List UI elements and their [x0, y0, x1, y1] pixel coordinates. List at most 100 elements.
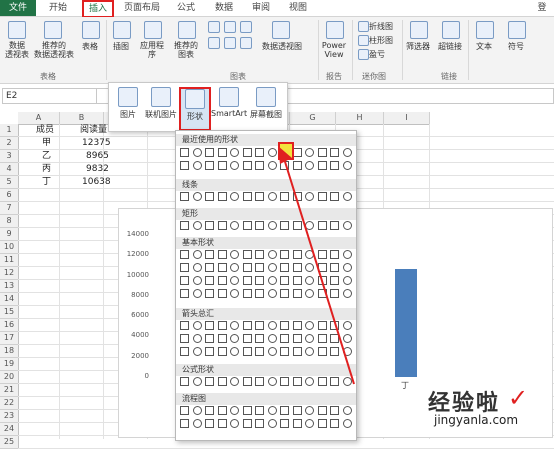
- shape-option[interactable]: [230, 321, 239, 330]
- tab-page-layout[interactable]: 页面布局: [118, 2, 166, 15]
- shape-option[interactable]: [205, 377, 214, 386]
- shape-option[interactable]: [305, 406, 314, 415]
- pivot-chart-button[interactable]: 数据透视图: [258, 41, 306, 52]
- row-header[interactable]: 20: [0, 371, 19, 384]
- shape-option[interactable]: [267, 419, 277, 428]
- shape-option[interactable]: [242, 419, 252, 428]
- shape-option[interactable]: [255, 377, 264, 386]
- shape-option[interactable]: [192, 276, 202, 285]
- row-header[interactable]: 12: [0, 267, 19, 280]
- symbol-button[interactable]: 符号: [502, 41, 530, 52]
- shape-option[interactable]: [180, 377, 189, 386]
- shapes-button[interactable]: 形状: [179, 87, 211, 131]
- shape-option[interactable]: [267, 406, 277, 415]
- pie-chart-icon[interactable]: [240, 21, 252, 33]
- tab-review[interactable]: 审阅: [247, 2, 275, 15]
- apps-button[interactable]: 应用程 序: [136, 41, 168, 59]
- shape-option[interactable]: [230, 192, 239, 201]
- shape-option[interactable]: [180, 406, 189, 415]
- shape-option[interactable]: [205, 263, 214, 272]
- shape-option[interactable]: [192, 263, 202, 272]
- shape-option[interactable]: [180, 161, 189, 170]
- scatter-chart-icon[interactable]: [240, 37, 252, 49]
- shape-option[interactable]: [230, 347, 239, 356]
- tab-home[interactable]: 开始: [44, 2, 72, 15]
- shape-option[interactable]: [205, 419, 214, 428]
- shape-option[interactable]: [255, 276, 264, 285]
- sparkline-line-button[interactable]: 折线图: [369, 21, 401, 32]
- cell-member[interactable]: 丁: [42, 176, 51, 188]
- row-header[interactable]: 13: [0, 280, 19, 293]
- shape-option[interactable]: [255, 289, 264, 298]
- bar-chart-icon[interactable]: [208, 37, 220, 49]
- cell-member[interactable]: 甲: [42, 137, 51, 149]
- shape-option[interactable]: [180, 419, 189, 428]
- shape-option[interactable]: [192, 161, 202, 170]
- shape-option[interactable]: [230, 419, 239, 428]
- shape-option[interactable]: [342, 419, 352, 428]
- cell-reads[interactable]: 10638: [82, 176, 111, 188]
- column-header[interactable]: I: [384, 112, 430, 125]
- sparkline-winloss-button[interactable]: 盈亏: [369, 49, 401, 60]
- row-header[interactable]: 10: [0, 241, 19, 254]
- cell-reads[interactable]: 9832: [86, 163, 109, 175]
- shape-option[interactable]: [242, 276, 252, 285]
- shape-option[interactable]: [255, 419, 264, 428]
- name-box[interactable]: E2: [2, 88, 97, 104]
- shape-option[interactable]: [217, 406, 227, 415]
- shape-option[interactable]: [192, 406, 202, 415]
- sign-in-link[interactable]: 登: [534, 2, 550, 15]
- column-header[interactable]: H: [336, 112, 384, 125]
- shape-option[interactable]: [255, 334, 264, 343]
- shape-option[interactable]: [217, 161, 227, 170]
- shape-option[interactable]: [330, 406, 339, 415]
- row-header[interactable]: 21: [0, 384, 19, 397]
- shape-option[interactable]: [180, 192, 189, 201]
- shape-option[interactable]: [230, 334, 239, 343]
- shape-option[interactable]: [205, 250, 214, 259]
- shape-option[interactable]: [192, 250, 202, 259]
- shape-option[interactable]: [205, 276, 214, 285]
- column-header[interactable]: G: [290, 112, 336, 125]
- shape-option[interactable]: [192, 321, 202, 330]
- row-header[interactable]: 18: [0, 345, 19, 358]
- shape-option[interactable]: [317, 419, 327, 428]
- area-chart-icon[interactable]: [224, 37, 236, 49]
- cell-reads[interactable]: 8965: [86, 150, 109, 162]
- cell-member[interactable]: 丙: [42, 163, 51, 175]
- shape-option[interactable]: [242, 289, 252, 298]
- shape-option[interactable]: [317, 406, 327, 415]
- row-header[interactable]: 2: [0, 137, 19, 150]
- shape-option[interactable]: [192, 347, 202, 356]
- illustrations-button[interactable]: 插图: [108, 41, 134, 52]
- shape-option[interactable]: [280, 406, 289, 415]
- row-header[interactable]: 17: [0, 332, 19, 345]
- tab-insert[interactable]: 插入: [82, 0, 114, 18]
- shape-option[interactable]: [180, 347, 189, 356]
- shape-option[interactable]: [180, 263, 189, 272]
- tab-data[interactable]: 数据: [210, 2, 238, 15]
- shape-option[interactable]: [180, 334, 189, 343]
- shape-option[interactable]: [330, 419, 339, 428]
- shape-option[interactable]: [230, 161, 239, 170]
- row-header[interactable]: 19: [0, 358, 19, 371]
- shape-option[interactable]: [280, 419, 289, 428]
- smartart-button[interactable]: SmartArt: [211, 87, 247, 127]
- shape-option[interactable]: [205, 192, 214, 201]
- row-header[interactable]: 1: [0, 124, 19, 137]
- text-button[interactable]: 文本: [470, 41, 498, 52]
- row-header[interactable]: 24: [0, 423, 19, 436]
- shape-option[interactable]: [292, 406, 302, 415]
- cell-reads[interactable]: 12375: [82, 137, 111, 149]
- shape-option[interactable]: [192, 377, 202, 386]
- shape-option[interactable]: [242, 347, 252, 356]
- shape-option[interactable]: [230, 406, 239, 415]
- shape-option[interactable]: [205, 347, 214, 356]
- shape-option[interactable]: [217, 289, 227, 298]
- tab-file[interactable]: 文件: [0, 0, 36, 16]
- shape-option[interactable]: [192, 192, 202, 201]
- chart-bar[interactable]: [395, 269, 417, 377]
- shape-option[interactable]: [180, 148, 189, 157]
- shape-option[interactable]: [242, 406, 252, 415]
- shape-option[interactable]: [217, 276, 227, 285]
